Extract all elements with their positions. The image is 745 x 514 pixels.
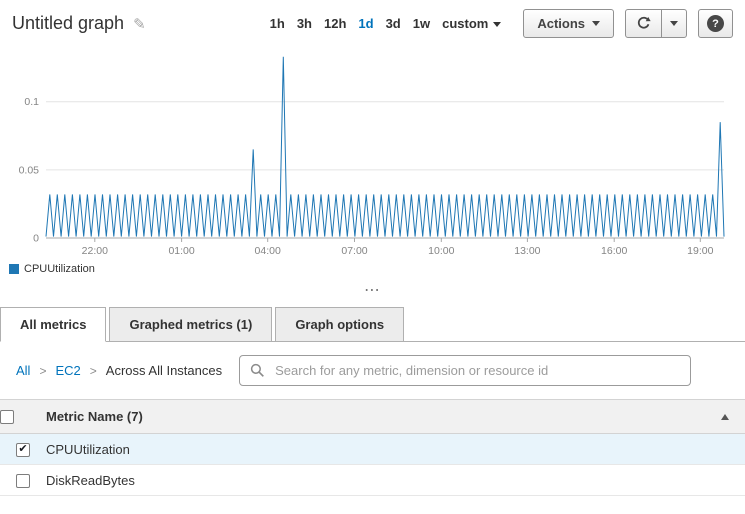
help-button[interactable]: ? — [698, 9, 733, 38]
y-tick-label: 0 — [33, 233, 39, 245]
metric-name-cell: DiskReadBytes — [46, 465, 745, 496]
time-range-1w[interactable]: 1w — [407, 14, 436, 33]
breadcrumb-separator: > — [90, 364, 97, 378]
all-metrics-panel: All>EC2>Across All Instances Metric N — [0, 342, 745, 496]
graph-header: Untitled graph ✎ 1h3h12h1d3d1wcustom Act… — [0, 0, 745, 42]
breadcrumb-item-ec2[interactable]: EC2 — [55, 363, 80, 378]
time-range-1d[interactable]: 1d — [352, 14, 379, 33]
metrics-toolbar: All > EC2 > Across All Instances — [0, 342, 745, 399]
x-tick-label: 07:00 — [341, 245, 367, 257]
metric-search-input[interactable] — [273, 362, 680, 379]
cloudwatch-metrics-page: Untitled graph ✎ 1h3h12h1d3d1wcustom Act… — [0, 0, 745, 514]
x-tick-label: 04:00 — [255, 245, 281, 257]
metrics-table: Metric Name (7) ✔ CPUUtilizationDiskReadB… — [0, 399, 745, 496]
metric-name-column-header[interactable]: Metric Name (7) — [46, 409, 143, 424]
actions-button[interactable]: Actions — [523, 9, 614, 38]
legend-item[interactable]: CPUUtilization — [9, 263, 95, 275]
breadcrumb: All > EC2 > Across All Instances — [16, 363, 222, 378]
header-actions: Actions ? — [523, 9, 735, 38]
graph-title: Untitled graph — [12, 13, 124, 34]
resize-handle[interactable]: ⋯ — [0, 277, 745, 299]
time-range-3d[interactable]: 3d — [380, 14, 407, 33]
x-tick-label: 13:00 — [514, 245, 540, 257]
metric-name-cell: CPUUtilization — [46, 434, 745, 465]
x-tick-label: 10:00 — [428, 245, 454, 257]
time-range-3h[interactable]: 3h — [291, 14, 318, 33]
y-tick-label: 0.1 — [24, 96, 39, 108]
breadcrumb-item-all[interactable]: All — [16, 363, 30, 378]
metrics-chart: 0 0.05 0.1 22:00 01:00 04:00 07:00 10:00 13:00 16… — [0, 42, 745, 262]
time-range-12h[interactable]: 12h — [318, 14, 352, 33]
table-row[interactable]: DiskReadBytes — [0, 465, 745, 496]
x-tick-label: 22:00 — [82, 245, 108, 257]
row-checkbox[interactable]: ✔ — [16, 443, 30, 457]
metrics-tabs: All metricsGraphed metrics (1)Graph opti… — [0, 307, 745, 342]
refresh-icon — [636, 16, 651, 31]
refresh-button-group — [625, 9, 687, 38]
caret-down-icon — [493, 22, 501, 27]
sort-ascending-icon[interactable] — [721, 414, 729, 420]
edit-title-icon[interactable]: ✎ — [133, 15, 146, 33]
y-tick-label: 0.05 — [19, 164, 40, 176]
refresh-button[interactable] — [625, 9, 662, 38]
legend-label: CPUUtilization — [24, 263, 95, 275]
chart-legend: CPUUtilization — [0, 263, 745, 277]
x-tick-label: 19:00 — [687, 245, 713, 257]
row-checkbox-cell: ✔ — [0, 434, 46, 465]
breadcrumb-separator: > — [39, 364, 46, 378]
table-header-row: Metric Name (7) — [0, 400, 745, 434]
tab-graphed-metrics-1[interactable]: Graphed metrics (1) — [109, 307, 272, 342]
caret-down-icon — [592, 21, 600, 26]
actions-button-label: Actions — [537, 16, 585, 31]
time-range-selector: 1h3h12h1d3d1wcustom — [264, 14, 508, 33]
search-icon — [250, 363, 265, 378]
row-checkbox[interactable] — [16, 474, 30, 488]
breadcrumb-item-across-all-instances: Across All Instances — [106, 363, 222, 378]
tab-graph-options[interactable]: Graph options — [275, 307, 404, 342]
select-all-checkbox[interactable] — [0, 410, 14, 424]
question-mark-icon: ? — [707, 15, 724, 32]
row-checkbox-cell — [0, 465, 46, 496]
tab-all-metrics[interactable]: All metrics — [0, 307, 106, 342]
chart-section: 0 0.05 0.1 22:00 01:00 04:00 07:00 10:00 13:00 16… — [0, 42, 745, 277]
cpuutilization-series-line — [46, 57, 724, 237]
refresh-options-button[interactable] — [661, 9, 687, 38]
time-range-custom[interactable]: custom — [436, 14, 507, 33]
table-row[interactable]: ✔ CPUUtilization — [0, 434, 745, 465]
x-tick-label: 01:00 — [168, 245, 194, 257]
legend-color-swatch — [9, 264, 19, 274]
caret-down-icon — [670, 21, 678, 26]
x-tick-label: 16:00 — [601, 245, 627, 257]
time-range-1h[interactable]: 1h — [264, 14, 291, 33]
metric-search-box — [239, 355, 691, 386]
